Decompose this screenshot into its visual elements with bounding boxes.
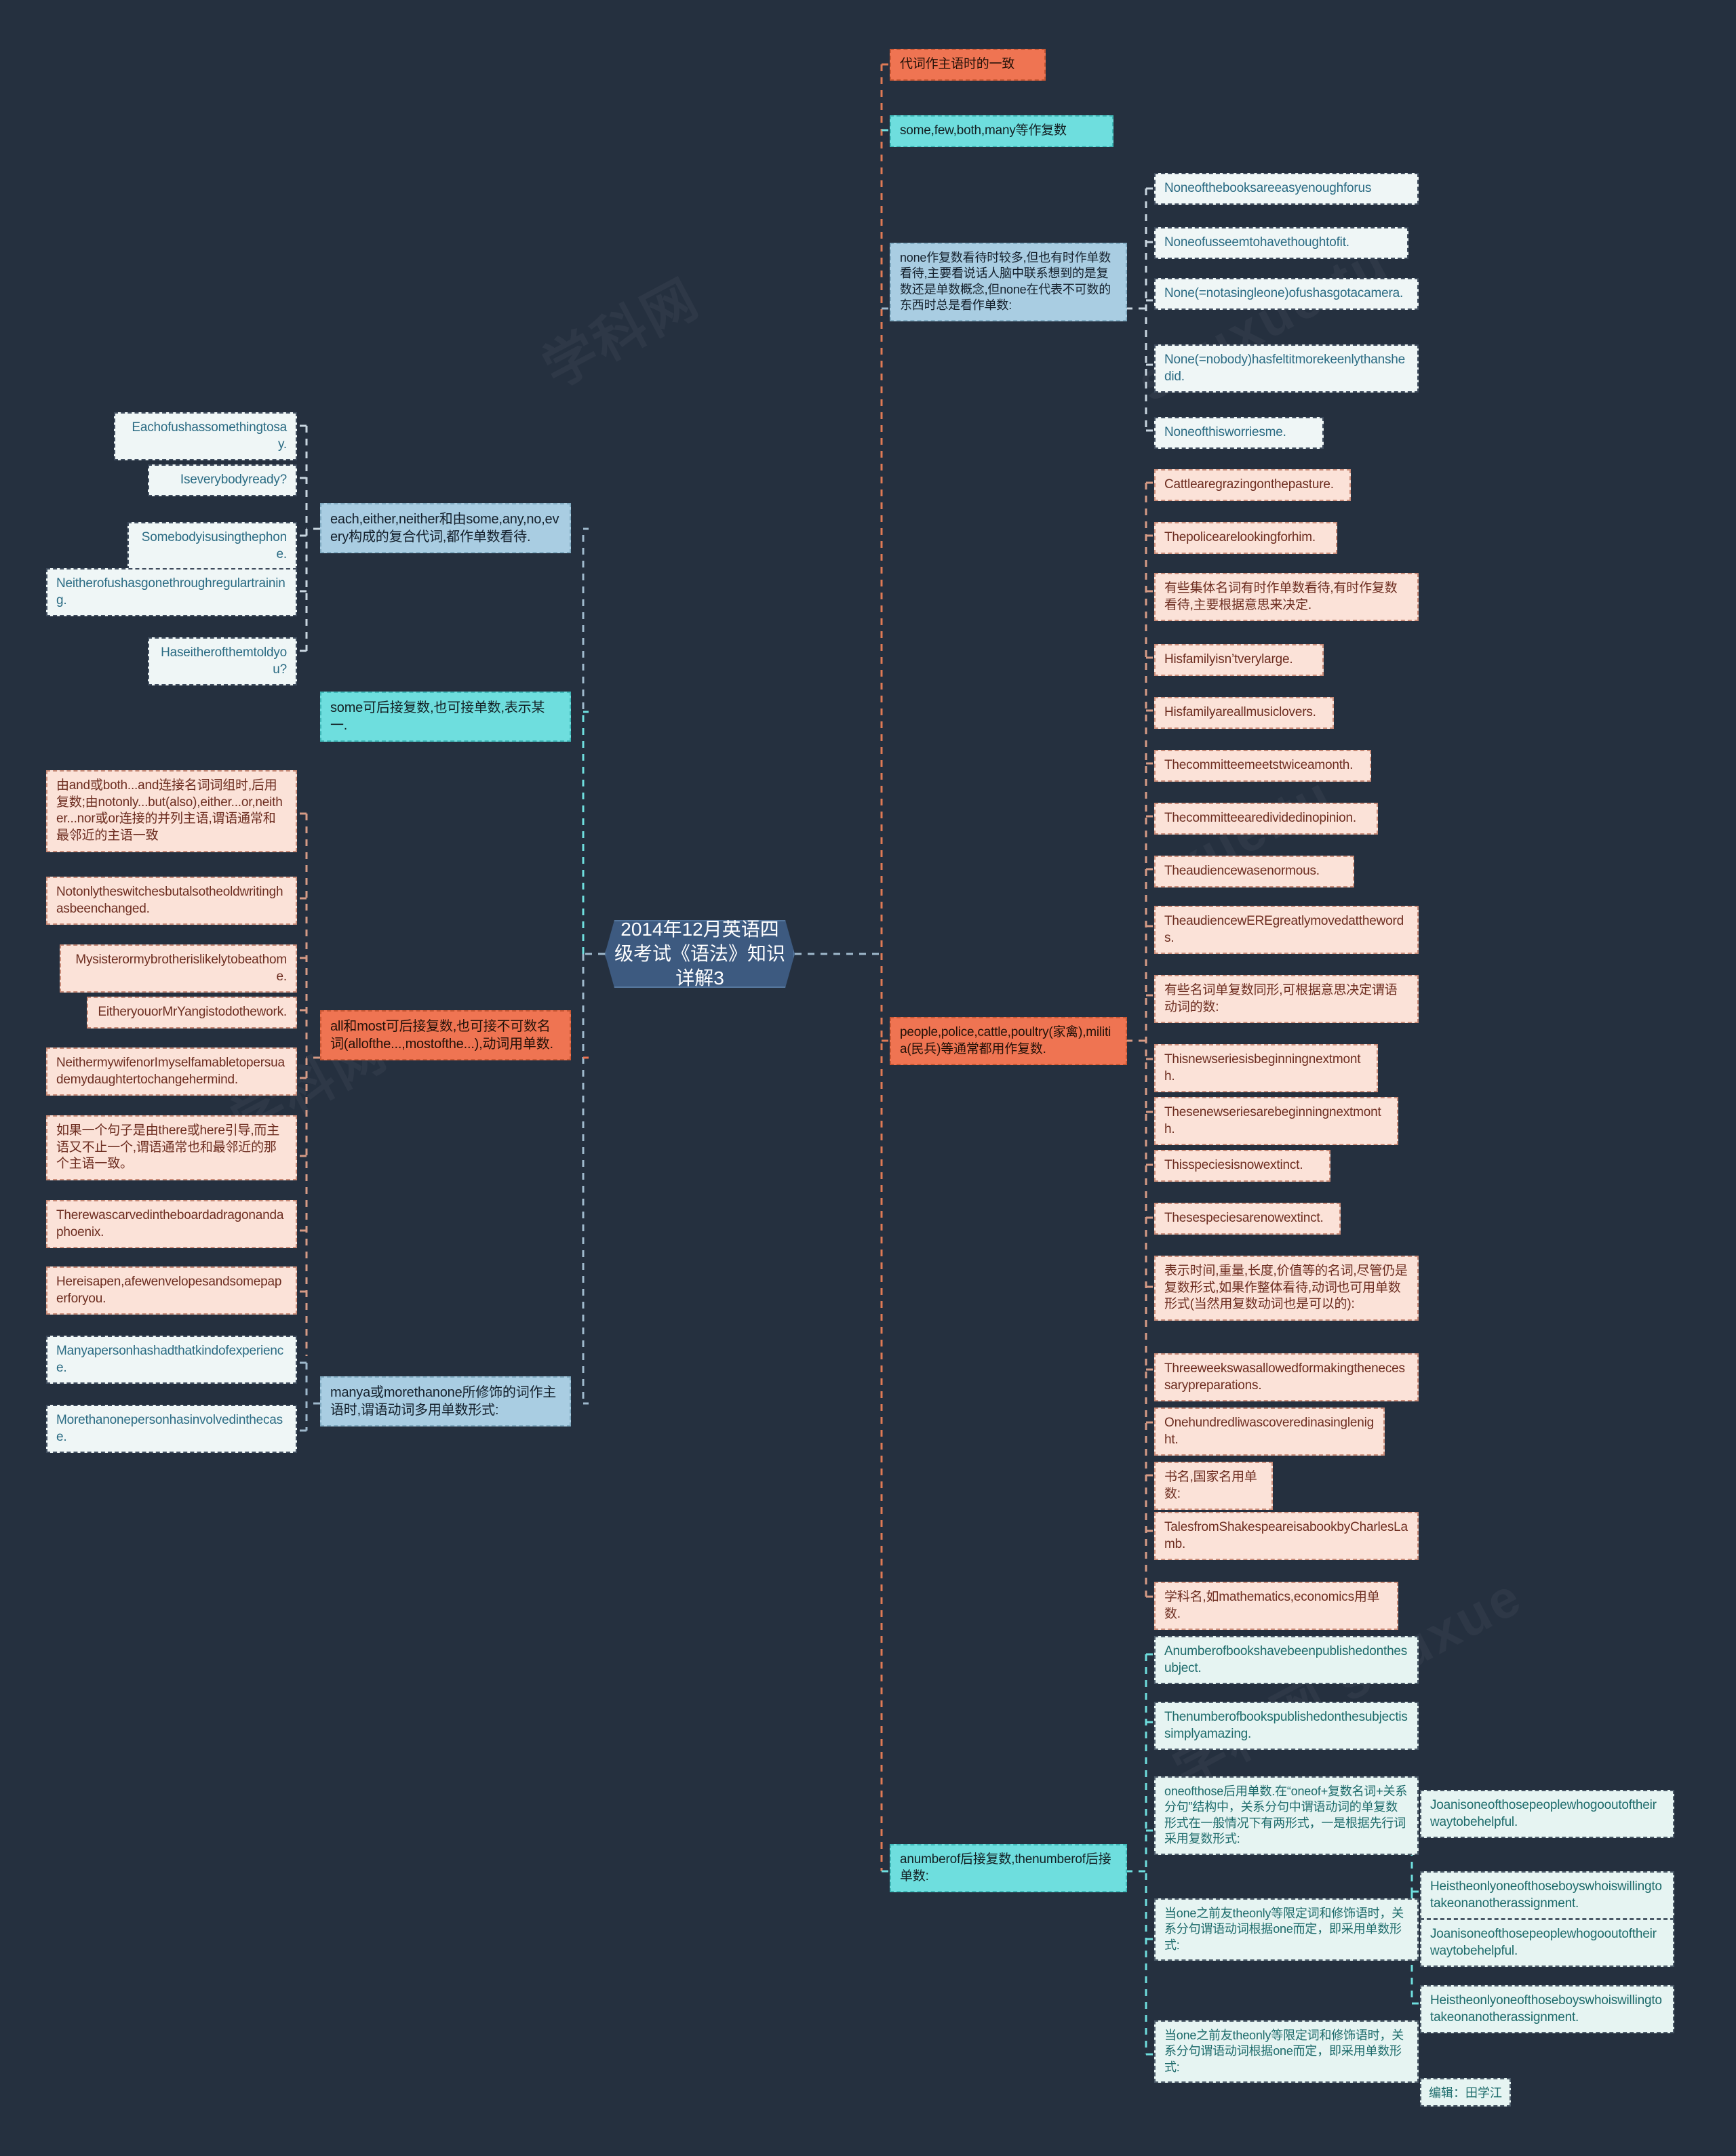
left-example-each-5[interactable]: Haseitherofthemtoldyou? [148,637,297,686]
right-example-people-1[interactable]: Cattlearegrazingonthepasture. [1154,469,1351,501]
right-example-none-2[interactable]: Noneofusseemtohavethoughtofit. [1154,227,1408,259]
left-example-allmost-8[interactable]: Hereisapen,afewenvelopesandsomepaperfory… [46,1266,297,1315]
right-node-people-title[interactable]: people,police,cattle,poultry(家禽),militia… [890,1017,1127,1066]
left-example-allmost-2[interactable]: Notonlytheswitchesbutalsotheoldwritingha… [46,877,297,925]
left-node-manya-title[interactable]: manya或morethanone所修饰的词作主语时,谓语动词多用单数形式: [320,1376,571,1426]
right-example-none-5[interactable]: Noneofthisworriesme. [1154,417,1324,449]
editor-credit: 编辑：田学江 [1420,2078,1511,2107]
left-node-each-title[interactable]: each,either,neither和由some,any,no,every构成… [320,503,571,553]
left-example-allmost-5[interactable]: NeithermywifenorImyselfamabletopersuadem… [46,1047,297,1096]
right-example-people-16[interactable]: Threeweekswasallowedformakingthenecessar… [1154,1353,1419,1402]
left-example-each-3[interactable]: Somebodyisusingthephone. [127,522,297,571]
right-example-people-7[interactable]: Thecommitteearedividedinopinion. [1154,803,1378,835]
right-example-people-12[interactable]: Thesenewseriesarebeginningnextmonth. [1154,1097,1398,1146]
right-node-none-title[interactable]: none作复数看待时较多,但也有时作单数看待,主要看说话人脑中联系想到的是复数还… [890,243,1127,321]
left-example-allmost-1[interactable]: 由and或both...and连接名词词组时,后用复数;由notonly...b… [46,770,297,852]
right-example-none-1[interactable]: Noneofthebooksareeasyenoughforus [1154,173,1419,205]
right-example-anumberof-1[interactable]: Anumberofbookshavebeenpublishedonthesubj… [1154,1636,1419,1685]
right-example-people-8[interactable]: Theaudiencewasenormous. [1154,856,1354,887]
left-example-each-4[interactable]: Neitherofushasgonethroughregulartraining… [46,568,297,617]
left-example-each-2[interactable]: Iseverybodyready? [148,464,297,496]
right-example-anumberof-4[interactable]: 当one之前友theonly等限定词和修饰语时，关系分句谓语动词根据one而定，… [1154,1898,1419,1961]
right-example-people-5[interactable]: Hisfamilyareallmusiclovers. [1154,697,1334,729]
right-header-pronoun[interactable]: 代词作主语时的一致 [890,49,1046,81]
right-node-anumberof-title[interactable]: anumberof后接复数,thenumberof后接单数: [890,1844,1127,1893]
right-example-people-9[interactable]: TheaudiencewEREgreatlymovedatthewords. [1154,906,1419,955]
left-node-allmost-title[interactable]: all和most可后接复数,也可接不可数名词(allofthe...,mosto… [320,1010,571,1060]
right-example-people-17[interactable]: Onehundredliwascoveredinasinglenight. [1154,1408,1385,1456]
right-example-people-14[interactable]: Thesespeciesarenowextinct. [1154,1203,1341,1235]
right-leaf-one-theonly-2[interactable]: Heistheonlyoneofthoseboyswhoiswillingtot… [1420,1985,1674,2034]
right-example-anumberof-2[interactable]: Thenumberofbookspublishedonthesubjectiss… [1154,1702,1419,1751]
watermark: 学科网 [528,257,711,402]
left-example-allmost-7[interactable]: Therewascarvedintheboardadragonandaphoen… [46,1200,297,1249]
left-example-each-1[interactable]: Eachofushassomethingtosay. [114,412,297,461]
root-node[interactable]: 2014年12月英语四级考试《语法》知识详解3 [605,920,795,988]
right-leaf-oneof-1[interactable]: Joanisoneofthosepeoplewhogooutoftheirway… [1420,1790,1674,1839]
right-example-people-3[interactable]: 有些集体名词有时作单数看待,有时作复数看待,主要根据意思来决定. [1154,573,1419,622]
right-header-some-few[interactable]: some,few,both,many等作复数 [890,115,1113,147]
right-example-people-6[interactable]: Thecommitteemeetstwiceamonth. [1154,750,1371,782]
right-example-people-2[interactable]: Thepolicearelookingforhim. [1154,522,1337,554]
right-example-people-13[interactable]: Thisspeciesisnowextinct. [1154,1150,1330,1182]
right-example-people-10[interactable]: 有些名词单复数同形,可根据意思决定谓语动词的数: [1154,975,1419,1024]
right-example-people-20[interactable]: 学科名,如mathematics,economics用单数. [1154,1582,1398,1631]
left-example-allmost-4[interactable]: EitheryouorMrYangistodothework. [87,997,297,1029]
right-leaf-oneof-2[interactable]: Heistheonlyoneofthoseboyswhoiswillingtot… [1420,1871,1674,1920]
right-example-people-18[interactable]: 书名,国家名用单数: [1154,1462,1273,1511]
left-node-some-title[interactable]: some可后接复数,也可接单数,表示某一. [320,692,571,742]
root-title: 2014年12月英语四级考试《语法》知识详解3 [614,919,785,989]
right-example-people-4[interactable]: Hisfamilyisn’tverylarge. [1154,644,1324,676]
left-example-manya-2[interactable]: Morethanonepersonhasinvolvedinthecase. [46,1405,297,1454]
right-example-anumberof-5[interactable]: 当one之前友theonly等限定词和修饰语时，关系分句谓语动词根据one而定，… [1154,2020,1419,2083]
right-leaf-one-theonly-1[interactable]: Joanisoneofthosepeoplewhogooutoftheirway… [1420,1919,1674,1968]
left-example-manya-1[interactable]: Manyapersonhashadthatkindofexperience. [46,1336,297,1384]
right-example-anumberof-3[interactable]: oneofthose后用单数.在“oneof+复数名词+关系分句”结构中，关系分… [1154,1776,1419,1855]
left-example-allmost-3[interactable]: Mysisterormybrotherislikelytobeathome. [60,944,297,993]
right-example-none-4[interactable]: None(=nobody)hasfeltitmorekeenlythanshed… [1154,344,1419,393]
mindmap-canvas: 学科网 shuxue.tu 学科网 xue.tu 学科网 shuxue [0,0,1736,2156]
right-example-people-19[interactable]: TalesfromShakespeareisabookbyCharlesLamb… [1154,1512,1419,1561]
right-example-people-11[interactable]: Thisnewseriesisbeginningnextmonth. [1154,1044,1378,1093]
right-example-people-15[interactable]: 表示时间,重量,长度,价值等的名词,尽管仍是复数形式,如果作整体看待,动词也可用… [1154,1256,1419,1321]
left-example-allmost-6[interactable]: 如果一个句子是由there或here引导,而主语又不止一个,谓语通常也和最邻近的… [46,1115,297,1181]
right-example-none-3[interactable]: None(=notasingleone)ofushasgotacamera. [1154,278,1419,310]
